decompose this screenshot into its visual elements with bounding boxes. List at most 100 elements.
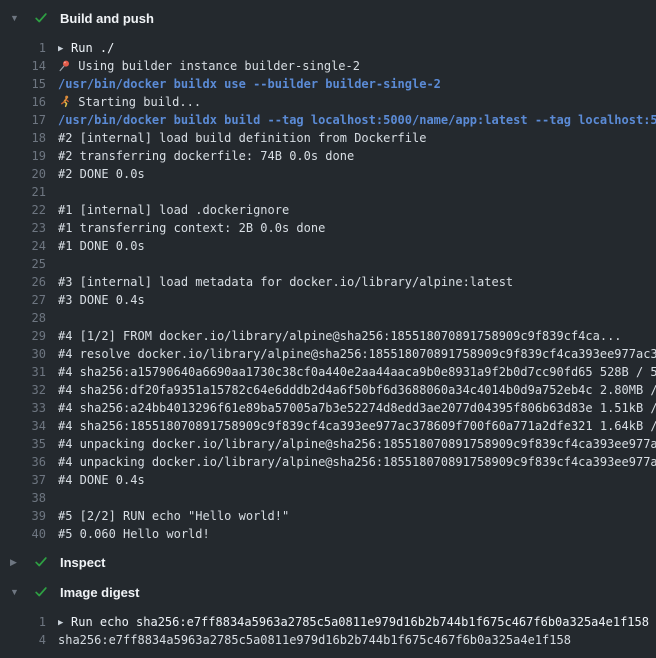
line-number[interactable]: 27 [0,291,46,309]
line-number[interactable]: 21 [0,183,46,201]
log-line: 26 #3 [internal] load metadata for docker… [0,273,656,291]
log-line: 30 #4 resolve docker.io/library/alpine@sh… [0,345,656,363]
log-text: #2 DONE 0.0s [58,165,145,183]
log-line: 4sha256:e7ff8834a5963a2785c5a0811e979d16… [0,631,656,649]
line-number[interactable]: 32 [0,381,46,399]
log-text: /usr/bin/docker buildx use --builder bui… [58,75,441,93]
log-text-value: #1 [internal] load .dockerignore [58,203,289,217]
check-icon [34,11,60,25]
line-number[interactable]: 28 [0,309,46,327]
log-text: #4 sha256:185518070891758909c9f839cf4ca3… [58,417,656,435]
log-block-image-digest: 1 ▶Run echo sha256:e7ff8834a5963a2785c5a0… [0,607,656,653]
line-number[interactable]: 17 [0,111,46,129]
line-number[interactable]: 23 [0,219,46,237]
log-text-value: #1 transferring context: 2B 0.0s done [58,221,325,235]
check-icon [34,585,60,599]
section-header-inspect[interactable]: ▶ Inspect [0,547,656,577]
log-text: #5 [2/2] RUN echo "Hello world!" [58,507,289,525]
line-number[interactable]: 22 [0,201,46,219]
log-text-value: #4 sha256:df20fa9351a15782c64e6dddb2d4a6… [58,383,656,397]
log-text: #1 DONE 0.0s [58,237,145,255]
log-text: #4 unpacking docker.io/library/alpine@sh… [58,453,656,471]
log-text: #1 [internal] load .dockerignore [58,201,289,219]
log-line: 38 [0,489,656,507]
log-text-value: #2 DONE 0.0s [58,167,145,181]
line-number[interactable]: 18 [0,129,46,147]
line-number[interactable]: 29 [0,327,46,345]
expand-group-icon[interactable]: ▶ [58,614,71,631]
section-title: Inspect [60,555,106,570]
log-text: #4 sha256:a15790640a6690aa1730c38cf0a440… [58,363,656,381]
log-line: 34 #4 sha256:185518070891758909c9f839cf4c… [0,417,656,435]
log-line: 19#2 transferring dockerfile: 74B 0.0s d… [0,147,656,165]
log-line: 21 [0,183,656,201]
log-text-value: #3 [internal] load metadata for docker.i… [58,275,513,289]
line-number[interactable]: 1 [0,39,46,57]
chevron-down-icon[interactable]: ▼ [10,8,34,28]
log-text: #4 DONE 0.4s [58,471,145,489]
line-number[interactable]: 34 [0,417,46,435]
line-number[interactable]: 25 [0,255,46,273]
log-line: 28 [0,309,656,327]
log-text-value: /usr/bin/docker buildx build --tag local… [58,113,656,127]
log-line: 39 #5 [2/2] RUN echo "Hello world!" [0,507,656,525]
expand-group-icon[interactable]: ▶ [58,40,71,57]
log-block-build-and-push: 1▶Run ./14 Using builder instance builde… [0,33,656,547]
line-number[interactable]: 19 [0,147,46,165]
log-line: 24 #1 DONE 0.0s [0,237,656,255]
line-number[interactable]: 30 [0,345,46,363]
line-number[interactable]: 39 [0,507,46,525]
log-text-value: Run echo sha256:e7ff8834a5963a2785c5a081… [71,615,649,629]
log-sections: ▼Build and push1▶Run ./14 Using builder … [0,3,656,653]
line-number[interactable]: 15 [0,75,46,93]
line-number[interactable]: 14 [0,57,46,75]
log-text: /usr/bin/docker buildx build --tag local… [58,111,656,129]
log-text-value: #1 DONE 0.0s [58,239,145,253]
chevron-right-icon[interactable]: ▶ [10,552,34,572]
line-number[interactable]: 31 [0,363,46,381]
log-text: ▶Run ./ [58,39,114,57]
line-number[interactable]: 20 [0,165,46,183]
log-text-value: #5 0.060 Hello world! [58,527,210,541]
log-text: #3 DONE 0.4s [58,291,145,309]
log-text-value: Run ./ [71,41,114,55]
line-number[interactable]: 16 [0,93,46,111]
line-number[interactable]: 26 [0,273,46,291]
log-text-value: #4 unpacking docker.io/library/alpine@sh… [58,437,656,451]
log-text-value: /usr/bin/docker buildx use --builder bui… [58,77,441,91]
log-text: #4 sha256:a24bb4013296f61e89ba57005a7b3e… [58,399,656,417]
log-text: ▶Run echo sha256:e7ff8834a5963a2785c5a08… [58,613,649,631]
check-icon [34,555,60,569]
line-number[interactable]: 24 [0,237,46,255]
line-number[interactable]: 36 [0,453,46,471]
log-text: Starting build... [58,93,201,111]
workflow-log-page: ▼Build and push1▶Run ./14 Using builder … [0,0,656,653]
log-line: 18 #2 [internal] load build definition fr… [0,129,656,147]
log-line: 29#4 [1/2] FROM docker.io/library/alpine… [0,327,656,345]
log-line: 40 #5 0.060 Hello world! [0,525,656,543]
line-number[interactable]: 33 [0,399,46,417]
log-text-value: #3 DONE 0.4s [58,293,145,307]
log-text: Using builder instance builder-single-2 [58,57,360,75]
section-header-build-and-push[interactable]: ▼Build and push [0,3,656,33]
line-number[interactable]: 4 [0,631,46,649]
log-line: 1 ▶Run ./ [0,39,656,57]
line-number[interactable]: 37 [0,471,46,489]
chevron-down-icon[interactable]: ▼ [10,582,34,602]
log-text-value: #4 sha256:a15790640a6690aa1730c38cf0a440… [58,365,656,379]
log-text: #4 resolve docker.io/library/alpine@sha2… [58,345,656,363]
log-text-value: #2 [internal] load build definition from… [58,131,426,145]
log-text: #4 sha256:df20fa9351a15782c64e6dddb2d4a6… [58,381,656,399]
line-number[interactable]: 40 [0,525,46,543]
log-line: 15/usr/bin/docker buildx use --builder b… [0,75,656,93]
log-line: 31 #4 sha256:a15790640a6690aa1730c38cf0a4… [0,363,656,381]
line-number[interactable]: 1 [0,613,46,631]
section-header-image-digest[interactable]: ▼Image digest [0,577,656,607]
log-line: 14 Using builder instance builder-single… [0,57,656,75]
log-text-value: #4 resolve docker.io/library/alpine@sha2… [58,347,656,361]
line-number[interactable]: 35 [0,435,46,453]
log-text-value: #4 sha256:185518070891758909c9f839cf4ca3… [58,419,656,433]
log-line: 22 #1 [internal] load .dockerignore [0,201,656,219]
log-text: #4 unpacking docker.io/library/alpine@sh… [58,435,656,453]
line-number[interactable]: 38 [0,489,46,507]
